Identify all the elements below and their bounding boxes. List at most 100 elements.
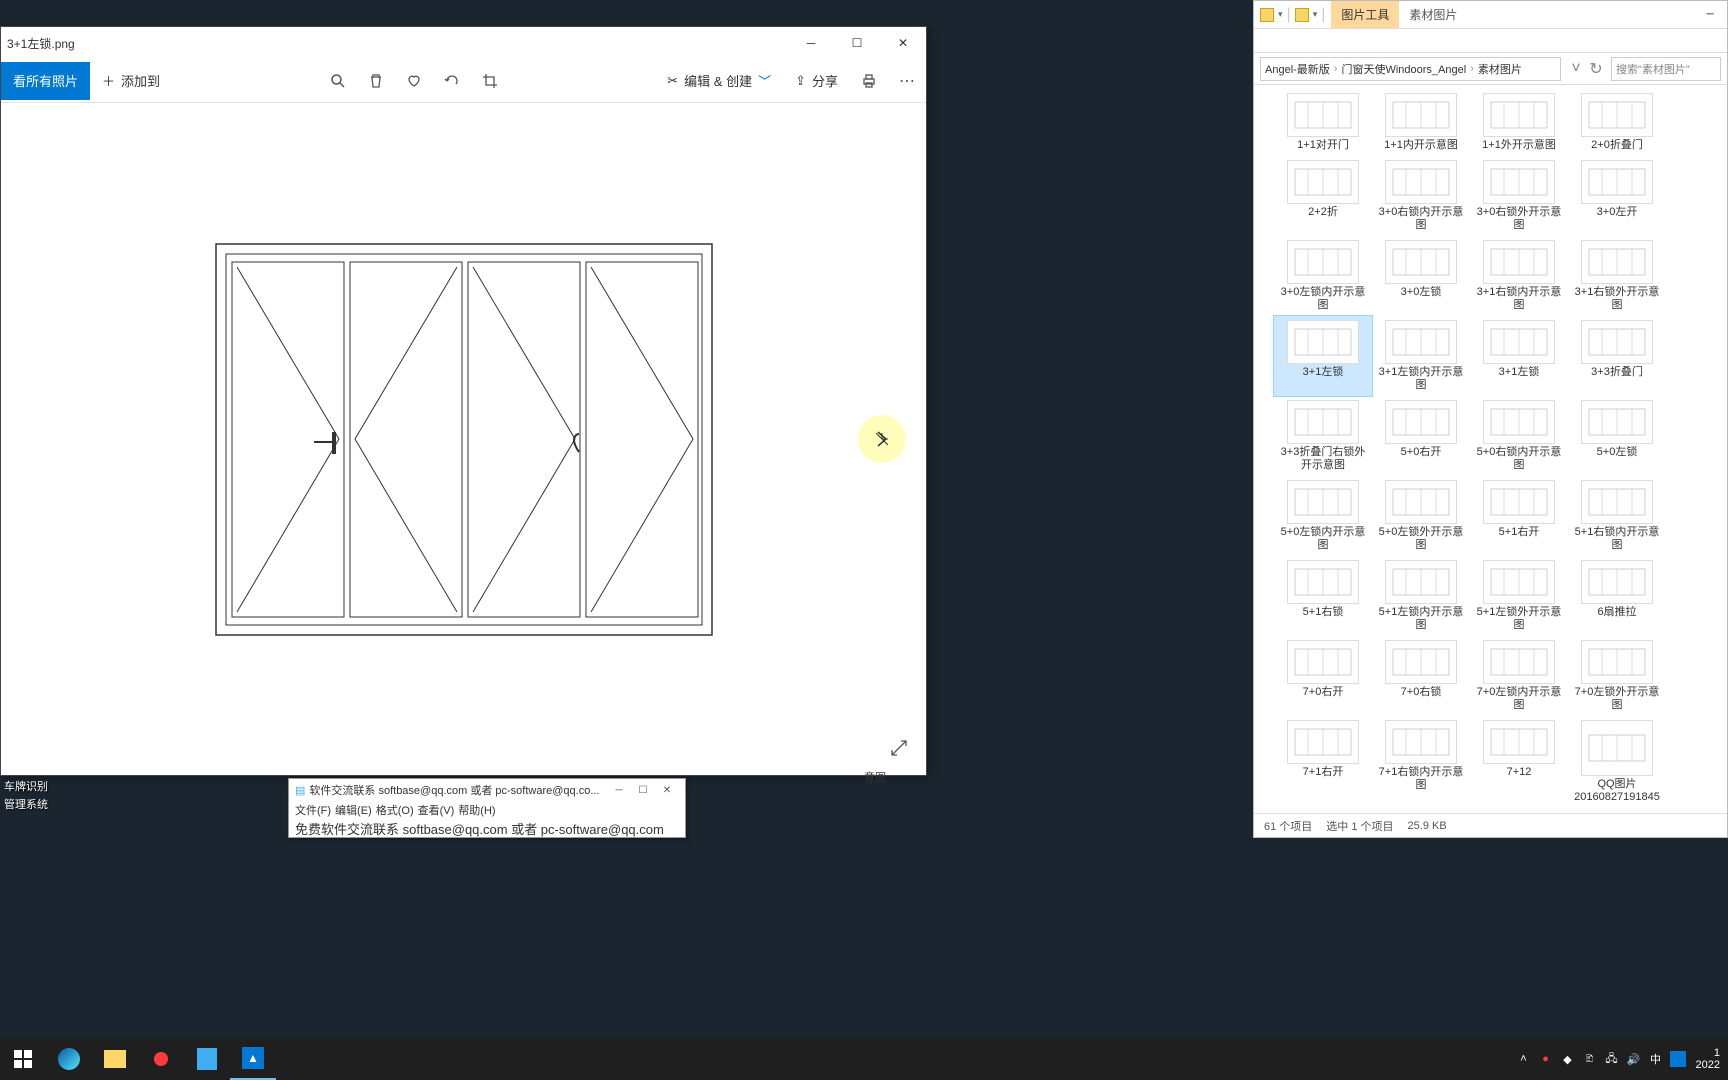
start-button[interactable] (0, 1038, 46, 1080)
file-thumbnail[interactable]: 3+1右锁外开示意图 (1568, 236, 1666, 316)
thumbnail-label: 7+0左锁内开示意图 (1472, 686, 1566, 712)
file-thumbnail[interactable]: 3+1右锁内开示意图 (1470, 236, 1568, 316)
file-thumbnail[interactable]: 5+0右锁内开示意图 (1470, 396, 1568, 476)
notepad-content[interactable]: 免费软件交流联系 softbase@qq.com 或者 pc-software@… (289, 819, 685, 838)
desktop-icon[interactable]: 车牌识别 (4, 778, 48, 794)
file-thumbnail[interactable]: 7+12 (1470, 716, 1568, 808)
file-thumbnail[interactable]: 3+0左开 (1568, 156, 1666, 236)
thumbnail-image (1483, 560, 1555, 604)
file-thumbnail[interactable]: 7+0左锁内开示意图 (1470, 636, 1568, 716)
file-thumbnail[interactable]: 2+0折叠门 (1568, 89, 1666, 156)
file-thumbnail[interactable]: 5+1右锁内开示意图 (1568, 476, 1666, 556)
more-icon[interactable]: ⋯ (888, 62, 926, 100)
menu-format[interactable]: 格式(O) (376, 802, 414, 818)
menu-view[interactable]: 查看(V) (418, 802, 455, 818)
file-thumbnail[interactable]: TIM图片20170821144028 (1372, 808, 1470, 809)
maximize-button[interactable]: ☐ (631, 785, 655, 796)
refresh-icon[interactable]: ↻ (1587, 58, 1605, 80)
zoom-icon[interactable] (319, 62, 357, 100)
menu-edit[interactable]: 编辑(E) (335, 802, 372, 818)
thumbnail-image (1581, 560, 1653, 604)
share-button[interactable]: ⇪分享 (783, 62, 850, 100)
file-thumbnail[interactable]: 3+0左锁内开示意图 (1274, 236, 1372, 316)
dropdown-icon[interactable]: ˅ (1567, 58, 1585, 80)
file-thumbnail[interactable]: 5+0左锁 (1568, 396, 1666, 476)
file-thumbnail[interactable]: 3+0左锁 (1372, 236, 1470, 316)
tray-app-icon[interactable]: ◆ (1560, 1053, 1576, 1066)
tab-picture-tools[interactable]: 图片工具 (1331, 1, 1399, 28)
edit-create-button[interactable]: ✂编辑 & 创建﹀ (655, 62, 783, 100)
file-thumbnail[interactable]: 7+0右开 (1274, 636, 1372, 716)
file-thumbnail[interactable]: 3+0右锁内开示意图 (1372, 156, 1470, 236)
file-thumbnail[interactable]: 3+1左锁内开示意图 (1372, 316, 1470, 396)
chevron-up-icon[interactable]: ˄ (1516, 1053, 1532, 1065)
taskbar-photos[interactable]: ▲ (230, 1038, 276, 1080)
taskbar-explorer[interactable] (92, 1038, 138, 1080)
close-button[interactable]: ✕ (880, 27, 926, 59)
file-thumbnail[interactable]: 窗花-1 (1470, 808, 1568, 809)
battery-icon[interactable]: 🗈 (1582, 1050, 1598, 1069)
view-all-photos-button[interactable]: 看所有照片 (1, 62, 90, 100)
file-thumbnail[interactable]: 3+1左锁 (1470, 316, 1568, 396)
crop-icon[interactable] (471, 62, 509, 100)
file-thumbnail[interactable]: QQ图片20160918152254 (1274, 808, 1372, 809)
file-thumbnail[interactable]: 1+1外开示意图 (1470, 89, 1568, 156)
tray-app-icon[interactable] (1670, 1051, 1686, 1067)
rotate-icon[interactable] (433, 62, 471, 100)
folder-icon[interactable] (1295, 8, 1309, 22)
minimize-button[interactable]: ─ (788, 27, 834, 59)
file-thumbnail[interactable]: 门 (1568, 808, 1666, 809)
minimize-button[interactable]: ─ (607, 785, 631, 796)
breadcrumb-path[interactable]: Angel-最新版› 门窗天使Windoors_Angel› 素材图片 (1260, 57, 1561, 81)
taskbar-edge[interactable] (46, 1038, 92, 1080)
taskbar-notepad[interactable] (184, 1038, 230, 1080)
fullscreen-icon[interactable] (890, 739, 908, 757)
next-photo-button[interactable] (858, 415, 906, 463)
thumbnail-label: 3+0左锁 (1401, 286, 1442, 299)
folder-icon[interactable] (1260, 8, 1274, 22)
file-thumbnail[interactable]: 5+0左锁外开示意图 (1372, 476, 1470, 556)
file-thumbnail[interactable]: 5+1左锁外开示意图 (1470, 556, 1568, 636)
file-thumbnail[interactable]: 7+0左锁外开示意图 (1568, 636, 1666, 716)
delete-icon[interactable] (357, 62, 395, 100)
file-thumbnail[interactable]: 5+1右锁 (1274, 556, 1372, 636)
add-to-button[interactable]: ＋添加到 (90, 62, 172, 100)
print-icon[interactable] (850, 62, 888, 100)
file-thumbnail[interactable]: 3+1左锁 (1274, 316, 1372, 396)
favorite-icon[interactable] (395, 62, 433, 100)
photos-titlebar: 3+1左锁.png ─ ☐ ✕ (1, 27, 926, 59)
file-thumbnail[interactable]: 6扇推拉 (1568, 556, 1666, 636)
desktop-icon[interactable]: 管理系统 (4, 796, 48, 812)
file-thumbnail[interactable]: 5+0左锁内开示意图 (1274, 476, 1372, 556)
maximize-button[interactable]: ☐ (834, 27, 880, 59)
explorer-file-grid[interactable]: 1+1对开门1+1内开示意图1+1外开示意图2+0折叠门 2+2折3+0右锁内开示… (1254, 85, 1727, 809)
network-icon[interactable]: 🖧 (1604, 1050, 1620, 1069)
search-input[interactable]: 搜索"素材图片" (1611, 57, 1721, 81)
file-thumbnail[interactable]: 5+1右开 (1470, 476, 1568, 556)
menu-file[interactable]: 文件(F) (295, 802, 331, 818)
menu-help[interactable]: 帮助(H) (458, 802, 495, 818)
minimize-button[interactable]: ─ (1693, 1, 1727, 29)
file-thumbnail[interactable]: 5+0右开 (1372, 396, 1470, 476)
thumbnail-image (1483, 93, 1555, 137)
file-thumbnail[interactable]: 7+1右开 (1274, 716, 1372, 808)
ime-icon[interactable]: 中 (1648, 1051, 1664, 1067)
taskbar-record[interactable] (138, 1038, 184, 1080)
close-button[interactable]: ✕ (655, 785, 679, 796)
file-thumbnail[interactable]: 1+1对开门 (1274, 89, 1372, 156)
down-icon[interactable]: ▾ (1278, 9, 1283, 20)
file-thumbnail[interactable]: 1+1内开示意图 (1372, 89, 1470, 156)
file-thumbnail[interactable]: QQ图片20160827191845 (1568, 716, 1666, 808)
down-icon[interactable]: ▾ (1313, 9, 1318, 20)
volume-icon[interactable]: 🔊 (1626, 1053, 1642, 1066)
thumbnail-image (1483, 400, 1555, 444)
file-thumbnail[interactable]: 3+3折叠门 (1568, 316, 1666, 396)
file-thumbnail[interactable]: 5+1左锁内开示意图 (1372, 556, 1470, 636)
file-thumbnail[interactable]: 7+0右锁 (1372, 636, 1470, 716)
file-thumbnail[interactable]: 7+1右锁内开示意图 (1372, 716, 1470, 808)
file-thumbnail[interactable]: 3+3折叠门右锁外开示意图 (1274, 396, 1372, 476)
taskbar-clock[interactable]: 1 2022 (1692, 1047, 1720, 1071)
file-thumbnail[interactable]: 2+2折 (1274, 156, 1372, 236)
tray-record-icon[interactable]: ● (1538, 1053, 1554, 1065)
file-thumbnail[interactable]: 3+0右锁外开示意图 (1470, 156, 1568, 236)
